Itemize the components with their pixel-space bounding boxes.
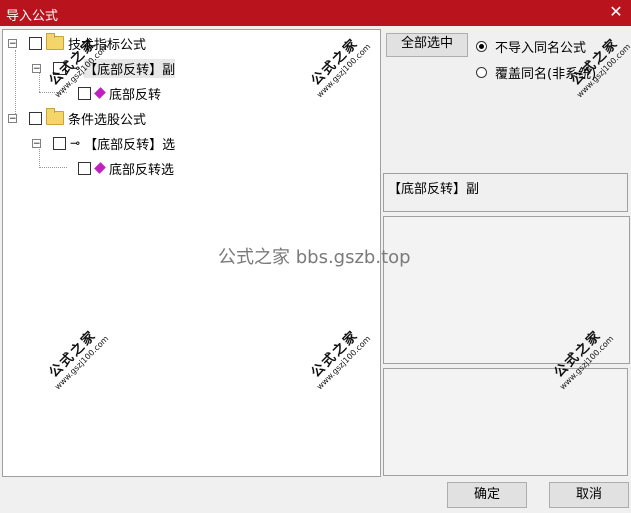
key-icon: ⊸ — [70, 61, 81, 75]
radio-no-import-same[interactable]: 不导入同名公式 — [476, 37, 586, 56]
key-icon: ⊸ — [70, 136, 81, 150]
tree-node-formula-fu[interactable]: − ⊸ 【底部反转】副 — [32, 58, 176, 78]
collapse-icon[interactable]: − — [8, 38, 17, 48]
collapse-icon[interactable]: − — [32, 138, 41, 148]
radio-label: 覆盖同名(非系统) — [495, 67, 597, 82]
gem-icon — [94, 162, 106, 174]
cancel-button[interactable]: 取消 — [549, 482, 629, 508]
tree-node-label: 【底部反转】副 — [84, 58, 176, 78]
close-icon[interactable]: ✕ — [605, 1, 627, 23]
radio-button[interactable] — [476, 41, 487, 52]
formula-name-display: 【底部反转】副 — [383, 173, 628, 212]
collapse-icon[interactable]: − — [32, 63, 41, 73]
checkbox[interactable] — [29, 111, 42, 125]
tree-node-label: 【底部反转】选 — [84, 137, 176, 153]
formula-name-text: 【底部反转】副 — [388, 182, 480, 197]
tree-node-label: 底部反转 — [109, 87, 162, 103]
title-bar: 导入公式 ✕ — [0, 0, 631, 26]
checkbox[interactable] — [53, 61, 66, 75]
folder-icon — [46, 108, 64, 125]
tree-node-label: 条件选股公式 — [68, 112, 147, 128]
formula-params-box[interactable] — [383, 368, 628, 476]
ok-button[interactable]: 确定 — [447, 482, 527, 508]
folder-icon — [46, 33, 64, 50]
tree-node-formula-item[interactable]: 底部反转选 — [66, 158, 174, 178]
radio-button[interactable] — [476, 67, 487, 78]
gem-icon — [94, 87, 106, 99]
tree-node-stock-select[interactable]: − 条件选股公式 — [8, 108, 146, 128]
watermark-mark: 公式之家 — [568, 35, 622, 89]
checkbox[interactable] — [53, 136, 66, 150]
formula-description-box[interactable] — [383, 216, 630, 364]
select-all-button[interactable]: 全部选中 — [386, 33, 468, 57]
tree-node-formula-xuan[interactable]: − ⊸ 【底部反转】选 — [32, 133, 175, 153]
checkbox[interactable] — [78, 161, 91, 175]
collapse-icon[interactable]: − — [8, 113, 17, 123]
tree-node-formula-item[interactable]: 底部反转 — [66, 83, 161, 103]
tree-node-tech-indicators[interactable]: − 技术指标公式 — [8, 33, 146, 53]
watermark-center: 公式之家 bbs.gszb.top — [218, 247, 411, 268]
checkbox[interactable] — [29, 36, 42, 50]
radio-overwrite-same[interactable]: 覆盖同名(非系统) — [476, 63, 596, 82]
radio-label: 不导入同名公式 — [495, 41, 587, 56]
tree-node-label: 技术指标公式 — [68, 37, 147, 53]
checkbox[interactable] — [78, 86, 91, 100]
window-title: 导入公式 — [6, 9, 59, 24]
tree-node-label: 底部反转选 — [109, 162, 175, 178]
